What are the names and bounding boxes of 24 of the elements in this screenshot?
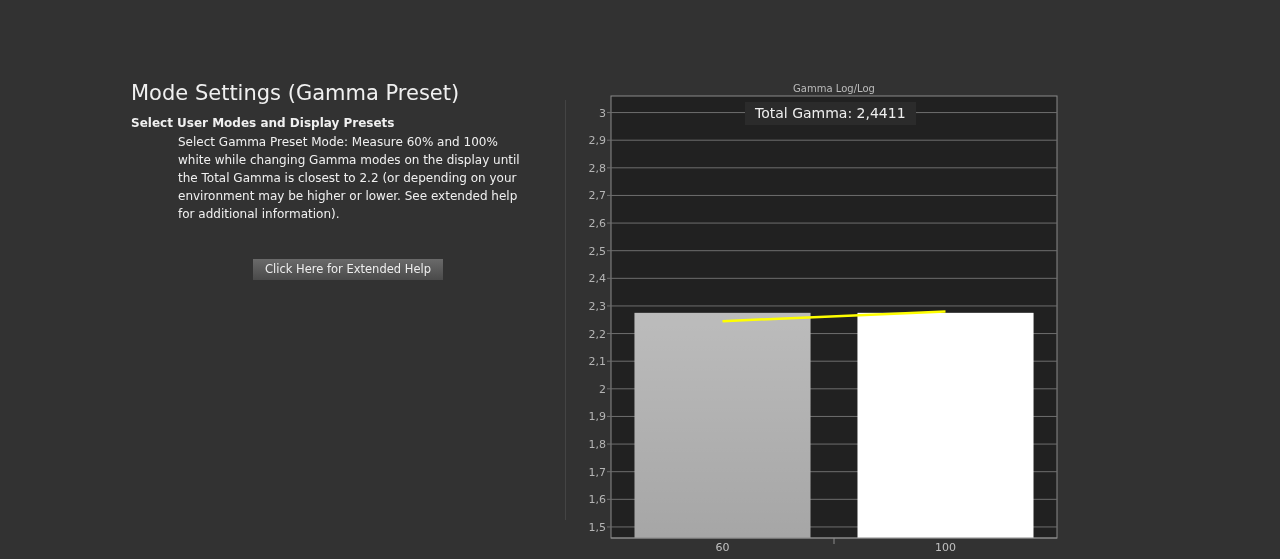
y-tick-label: 2,4: [588, 272, 606, 286]
y-tick-label: 1,8: [588, 438, 606, 452]
x-tick-label: 60: [715, 541, 730, 554]
y-tick-label: 2,2: [588, 327, 606, 341]
y-tick-label: 2,3: [588, 299, 606, 313]
y-tick-label: 1,6: [588, 493, 606, 507]
extended-help-button[interactable]: Click Here for Extended Help: [253, 259, 443, 281]
description: Select Gamma Preset Mode: Measure 60% and 100% white while changing Gamma modes on the display until the Total Gamma is closest to 2.2 (or depending on your environment may be higher or lower. See extended help for additional information).: [177, 134, 521, 223]
y-tick-label: 1,9: [588, 410, 606, 424]
y-tick-label: 1,7: [588, 465, 606, 479]
y-tick-label: 2,1: [588, 355, 606, 369]
section-subtitle: Select User Modes and Display Presets: [131, 115, 396, 132]
y-tick-label: 2,7: [588, 189, 606, 203]
total-gamma-label: Total Gamma: 2,4411: [745, 102, 916, 125]
chart-title: Gamma Log/Log: [793, 83, 875, 94]
y-tick-label: 1,5: [588, 520, 606, 534]
y-tick-label: 3: [599, 106, 606, 120]
y-tick-label: 2,6: [588, 217, 606, 231]
page-title: Mode Settings (Gamma Preset): [131, 80, 461, 107]
y-tick-label: 2: [599, 382, 606, 396]
y-tick-label: 2,8: [588, 161, 606, 175]
x-tick-label: 100: [935, 541, 956, 554]
y-tick-label: 2,5: [588, 244, 606, 258]
y-tick-label: 2,9: [588, 134, 606, 148]
